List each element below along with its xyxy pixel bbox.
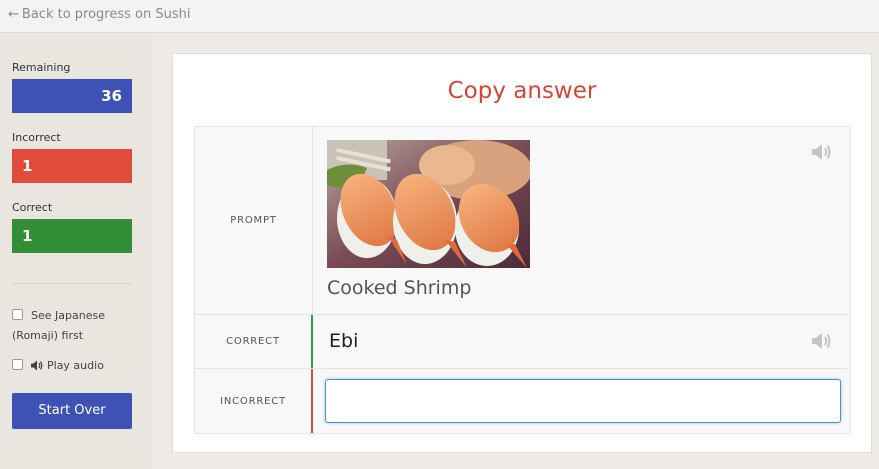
shrimp-sushi-image <box>327 140 530 268</box>
sidebar-divider <box>12 283 132 284</box>
answer-audio-speaker-icon[interactable] <box>812 332 832 354</box>
incorrect-row: INCORRECT <box>195 369 850 433</box>
correct-row: CORRECT Ebi <box>195 315 850 369</box>
incorrect-count: 1 <box>12 149 132 183</box>
incorrect-content <box>315 369 850 433</box>
correct-count: 1 <box>12 219 132 253</box>
see-japanese-option[interactable]: See Japanese <box>12 306 105 326</box>
speaker-icon <box>31 358 43 378</box>
sidebar: Remaining 36 Incorrect 1 Correct 1 See J… <box>0 34 152 469</box>
play-audio-option[interactable]: Play audio <box>12 356 104 378</box>
prompt-audio-speaker-icon[interactable] <box>812 143 832 165</box>
back-to-progress-link[interactable]: ← Back to progress on Sushi <box>8 7 190 22</box>
top-bar: ← Back to progress on Sushi <box>0 0 879 33</box>
incorrect-row-label: INCORRECT <box>195 369 313 433</box>
see-japanese-label-line1: See Japanese <box>31 309 105 322</box>
incorrect-label: Incorrect <box>12 131 61 144</box>
start-over-button[interactable]: Start Over <box>12 393 132 429</box>
correct-answer-text: Ebi <box>329 330 359 352</box>
answer-input[interactable] <box>325 379 841 423</box>
remaining-label: Remaining <box>12 61 71 74</box>
correct-label: Correct <box>12 201 53 214</box>
play-audio-label: Play audio <box>47 359 104 372</box>
question-card: Copy answer PROMPT Cooked Shrimp CORRECT… <box>172 53 872 453</box>
prompt-label: PROMPT <box>195 127 313 314</box>
page-title: Copy answer <box>447 78 597 104</box>
correct-row-label: CORRECT <box>195 315 313 368</box>
remaining-count: 36 <box>12 79 132 113</box>
correct-content: Ebi <box>315 315 850 368</box>
back-link-label: Back to progress on Sushi <box>21 7 191 22</box>
play-audio-checkbox[interactable] <box>12 359 23 370</box>
prompt-text: Cooked Shrimp <box>327 277 472 299</box>
prompt-content: Cooked Shrimp <box>315 127 850 314</box>
see-japanese-checkbox[interactable] <box>12 309 23 320</box>
prompt-row: PROMPT Cooked Shrimp <box>195 127 850 315</box>
arrow-left-icon: ← <box>8 7 19 22</box>
question-table: PROMPT Cooked Shrimp CORRECT Ebi INCORRE… <box>194 126 851 434</box>
see-japanese-label-line2: (Romaji) first <box>12 329 84 342</box>
